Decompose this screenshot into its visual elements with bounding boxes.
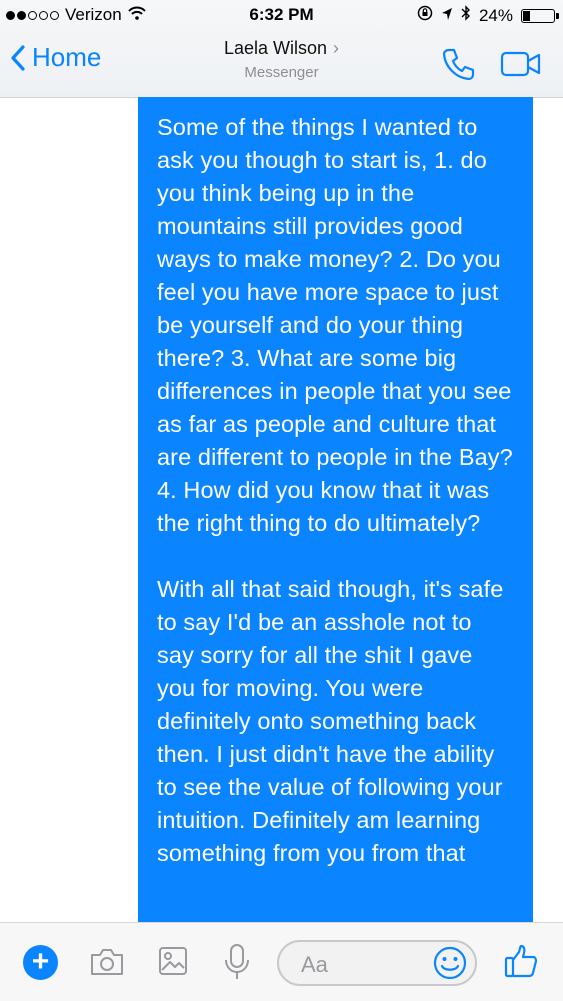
message-thread[interactable]: Some of the things I wanted to ask you t…	[0, 97, 563, 922]
conversation-title[interactable]: Laela Wilson ›	[0, 38, 563, 59]
status-bar: Verizon 6:32 PM 24%	[0, 0, 563, 32]
plus-icon: +	[31, 945, 50, 978]
more-actions-button[interactable]: +	[23, 945, 58, 980]
emoji-icon	[433, 946, 467, 980]
orientation-lock-icon	[417, 5, 433, 26]
battery-level-fill	[523, 10, 530, 21]
phone-call-button[interactable]	[440, 46, 476, 87]
video-camera-icon	[500, 51, 541, 77]
microphone-icon	[225, 944, 249, 979]
photo-gallery-button[interactable]	[157, 945, 189, 982]
message-paragraph: Some of the things I wanted to ask you t…	[157, 114, 513, 536]
like-button[interactable]	[503, 943, 539, 984]
outgoing-message-bubble[interactable]: Some of the things I wanted to ask you t…	[138, 97, 533, 922]
chevron-right-icon: ›	[333, 38, 340, 58]
bluetooth-icon	[461, 5, 471, 26]
battery-icon	[521, 8, 559, 23]
location-arrow-icon	[441, 6, 453, 26]
composer-bar: + Aa	[0, 922, 563, 1001]
message-paragraph: With all that said though, it's safe to …	[157, 576, 504, 866]
thumbs-up-icon	[504, 944, 538, 978]
contact-name: Laela Wilson	[223, 38, 328, 58]
conversation-subtitle: Messenger	[244, 64, 319, 81]
status-right: 24%	[417, 5, 559, 26]
image-icon	[159, 947, 187, 975]
voice-message-button[interactable]	[223, 943, 251, 986]
message-input-placeholder: Aa	[301, 952, 328, 977]
message-input[interactable]: Aa	[277, 940, 477, 986]
camera-icon	[91, 949, 123, 975]
emoji-button[interactable]	[433, 946, 467, 985]
camera-button[interactable]	[89, 947, 125, 982]
video-call-button[interactable]	[500, 50, 542, 83]
battery-percent: 24%	[478, 5, 513, 25]
navigation-bar: Verizon 6:32 PM 24% Home Laela Wilson › …	[0, 0, 563, 98]
phone-icon	[442, 48, 475, 81]
